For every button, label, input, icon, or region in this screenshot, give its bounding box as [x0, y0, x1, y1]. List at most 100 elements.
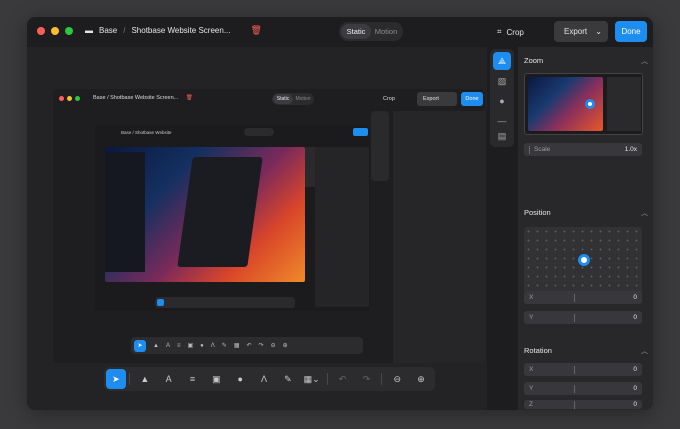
preview-crop: Crop — [383, 96, 395, 102]
preview-window-controls — [59, 96, 80, 101]
preview-crumb-doc: Shotbase Website Screen... — [110, 95, 179, 101]
position-x-field[interactable]: X 0 — [524, 291, 642, 304]
chevron-up-icon: ︿ — [641, 58, 648, 65]
breadcrumb-root[interactable]: Base — [99, 26, 117, 35]
preview-done: Done — [461, 92, 483, 106]
field-divider — [574, 293, 575, 302]
preview-zoom-in-icon: ⊕ — [282, 343, 288, 349]
preview-crumb-root: Base — [93, 95, 106, 101]
zoom-thumbnail[interactable] — [524, 73, 643, 135]
scale-field[interactable]: Scale 1.0x — [524, 143, 642, 156]
redo-icon[interactable]: ↷ — [354, 369, 378, 389]
rotation-z-field[interactable]: Z 0 — [524, 400, 642, 409]
rotation-y-value[interactable]: 0 — [633, 385, 637, 392]
screenshot-preview: Base / Shotbase Website Screen... 🗑 Stat… — [53, 89, 485, 363]
rotation-x-field[interactable]: X 0 — [524, 363, 642, 376]
toolbar-divider — [326, 373, 328, 385]
layout-icon[interactable]: ▤ — [493, 127, 511, 145]
preview-minimize-dot — [67, 96, 72, 101]
breadcrumb-document[interactable]: Shotbase Website Screen... — [131, 26, 230, 35]
scale-value[interactable]: 1.0x — [625, 146, 637, 153]
zoom-in-icon[interactable]: ⊕ — [409, 369, 433, 389]
rotation-x-label: X — [529, 366, 534, 373]
preview-window-icon: ▣ — [187, 343, 194, 349]
preview-info-icon: ● — [200, 342, 204, 349]
rotation-z-value[interactable]: 0 — [633, 401, 637, 408]
close-window-button[interactable] — [37, 27, 45, 35]
scale-label: Scale — [534, 146, 551, 153]
preview-brush-icon: ✎ — [221, 343, 227, 349]
pointer-icon[interactable]: ➤ — [106, 369, 126, 389]
circle-icon[interactable]: ● — [493, 92, 511, 110]
app-window: ▬ Base / Shotbase Website Screen... 🗑 St… — [27, 17, 653, 410]
rotation-x-value[interactable]: 0 — [633, 366, 637, 373]
export-button[interactable]: Export ⌄ — [554, 21, 608, 42]
mode-motion-tab[interactable]: Motion — [371, 24, 401, 39]
nested-done — [353, 128, 368, 136]
position-handle[interactable] — [578, 254, 590, 266]
minimize-window-button[interactable] — [51, 27, 59, 35]
nested-artwork-left-panel — [105, 152, 145, 272]
brush-icon[interactable]: ✎ — [276, 369, 300, 389]
list-icon[interactable]: ≡ — [181, 369, 205, 389]
trash-icon[interactable]: 🗑 — [251, 25, 262, 36]
preview-pointer-icon: ➤ — [134, 339, 146, 352]
inspector-panel: Zoom ︿ Scale 1.0x Position ︿ X 0 Y 0 Rot… — [518, 47, 653, 410]
preview-shape-icon: ▲ — [153, 342, 159, 349]
toolbar-divider — [128, 373, 130, 385]
panel-switcher: ⟁ ▨ ● — ▤ — [490, 49, 514, 147]
preview-breadcrumb: Base / Shotbase Website Screen... 🗑 — [93, 95, 193, 101]
crop-button[interactable]: ⌗ Crop — [497, 27, 524, 37]
folder-icon: ▬ — [85, 26, 93, 35]
field-divider — [574, 313, 575, 322]
preview-image-icon: ▦ — [233, 343, 240, 349]
shape-icon[interactable]: ▲ — [133, 369, 157, 389]
image-icon[interactable]: ▨ — [493, 72, 511, 90]
canvas[interactable]: Base / Shotbase Website Screen... 🗑 Stat… — [27, 47, 487, 410]
rotation-z-label: Z — [529, 401, 533, 408]
field-divider — [574, 365, 575, 374]
zoom-focus-handle[interactable] — [585, 99, 595, 109]
zoom-window-button[interactable] — [65, 27, 73, 35]
transform-icon[interactable]: ⟁ — [493, 52, 511, 70]
preview-text-icon: A — [165, 342, 170, 349]
crop-label: Crop — [506, 27, 524, 37]
mode-toggle: Static Motion — [339, 22, 403, 41]
preview-redo-icon: ↷ — [258, 343, 264, 349]
nested-select-tool — [157, 299, 164, 306]
pen-icon[interactable]: Λ — [252, 369, 276, 389]
position-grid[interactable] — [524, 227, 642, 293]
position-x-value[interactable]: 0 — [633, 294, 637, 301]
info-icon[interactable]: ● — [228, 369, 252, 389]
export-label: Export — [564, 27, 588, 36]
mode-static-tab[interactable]: Static — [341, 24, 371, 39]
preview-close-dot — [59, 96, 64, 101]
position-section-header[interactable]: Position ︿ — [524, 208, 648, 218]
preview-pen-icon: Λ — [210, 342, 215, 349]
done-button[interactable]: Done — [615, 21, 647, 42]
preview-side-icons — [371, 111, 389, 181]
window-icon[interactable]: ▣ — [204, 369, 228, 389]
nested-artwork-card — [177, 157, 263, 267]
field-divider — [574, 384, 575, 393]
rotation-y-field[interactable]: Y 0 — [524, 382, 642, 395]
nested-artwork — [105, 147, 305, 282]
zoom-out-icon[interactable]: ⊖ — [385, 369, 409, 389]
position-x-label: X — [529, 294, 534, 301]
text-icon[interactable]: A — [157, 369, 181, 389]
zoom-section-header[interactable]: Zoom ︿ — [524, 56, 648, 66]
breadcrumb: ▬ Base / Shotbase Website Screen... 🗑 — [85, 25, 262, 36]
title-bar: ▬ Base / Shotbase Website Screen... 🗑 St… — [27, 17, 653, 47]
position-y-value[interactable]: 0 — [633, 314, 637, 321]
zoom-title: Zoom — [524, 56, 544, 65]
thumbnail-panel — [607, 77, 641, 131]
rotation-y-label: Y — [529, 385, 534, 392]
nested-breadcrumb: Base / Shotbase Website — [121, 130, 172, 135]
image-dropdown-icon[interactable]: ▦⌄ — [300, 369, 324, 389]
rotation-section-header[interactable]: Rotation ︿ — [524, 346, 648, 356]
window-controls — [37, 27, 73, 35]
undo-icon[interactable]: ↶ — [331, 369, 355, 389]
position-y-field[interactable]: Y 0 — [524, 311, 642, 324]
preview-list-icon: ≡ — [176, 342, 181, 349]
preview-undo-icon: ↶ — [246, 343, 252, 349]
